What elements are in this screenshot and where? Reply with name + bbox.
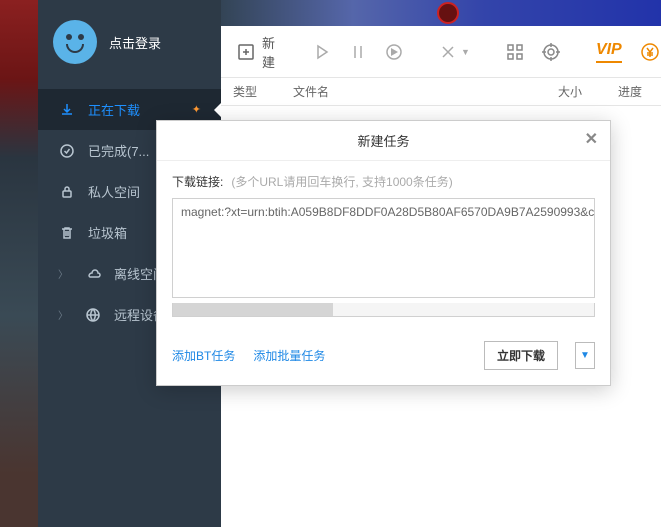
- dialog-title-text: 新建任务: [357, 134, 409, 149]
- header-type[interactable]: 类型: [221, 83, 281, 100]
- scrollbar-thumb[interactable]: [173, 303, 333, 316]
- url-label: 下载链接:: [172, 173, 223, 190]
- toolbar: 新建 ▼ VIP: [221, 26, 661, 78]
- new-task-button[interactable]: 新建: [236, 33, 277, 71]
- lock-icon: [58, 183, 76, 201]
- download-now-button[interactable]: 立即下载: [484, 341, 558, 370]
- login-text: 点击登录: [109, 33, 161, 52]
- new-task-dialog: 新建任务 ✕ 下载链接: (多个URL请用回车换行, 支持1000条任务) 添加…: [156, 120, 611, 386]
- grid-icon[interactable]: [506, 41, 524, 63]
- coin-icon[interactable]: [640, 41, 660, 63]
- header-progress[interactable]: 进度: [606, 83, 661, 100]
- header-filename[interactable]: 文件名: [281, 83, 546, 100]
- header-size[interactable]: 大小: [546, 83, 606, 100]
- fire-icon: ✦: [192, 103, 201, 116]
- url-textarea[interactable]: [172, 198, 595, 298]
- add-bt-link[interactable]: 添加BT任务: [172, 347, 235, 364]
- close-icon[interactable]: ✕: [585, 129, 598, 149]
- new-label: 新建: [262, 33, 277, 71]
- chevron-down-icon[interactable]: ▼: [461, 47, 470, 57]
- nav-label: 私人空间: [88, 182, 140, 201]
- add-batch-link[interactable]: 添加批量任务: [253, 347, 325, 364]
- topbar-background: [221, 0, 661, 26]
- check-circle-icon: [58, 142, 76, 160]
- pause-icon[interactable]: [349, 41, 367, 63]
- dialog-body: 下载链接: (多个URL请用回车换行, 支持1000条任务): [157, 161, 610, 329]
- dialog-title: 新建任务 ✕: [157, 121, 610, 161]
- nav-label: 正在下载: [88, 100, 140, 119]
- target-icon[interactable]: [542, 41, 560, 63]
- dialog-label-row: 下载链接: (多个URL请用回车换行, 支持1000条任务): [172, 173, 595, 190]
- chevron-right-icon: 〉: [58, 266, 68, 281]
- play-icon[interactable]: [313, 41, 331, 63]
- horizontal-scrollbar[interactable]: [172, 303, 595, 317]
- background-image: [0, 0, 38, 527]
- chevron-right-icon: 〉: [58, 307, 68, 322]
- user-login-area[interactable]: 点击登录: [38, 0, 221, 89]
- restart-icon[interactable]: [385, 41, 403, 63]
- dialog-footer: 添加BT任务 添加批量任务 立即下载 ▼: [157, 329, 610, 385]
- trash-icon: [58, 224, 76, 242]
- download-icon: [58, 101, 76, 119]
- download-dropdown-button[interactable]: ▼: [575, 342, 595, 369]
- url-hint: (多个URL请用回车换行, 支持1000条任务): [231, 173, 452, 190]
- nav-label: 垃圾箱: [88, 223, 127, 242]
- nav-label: 已完成(7...: [88, 141, 149, 160]
- delete-icon[interactable]: [439, 41, 457, 63]
- plus-icon: [236, 41, 256, 63]
- avatar: [53, 20, 97, 64]
- cloud-icon: [84, 265, 102, 283]
- globe-icon: [84, 306, 102, 324]
- close-decoration-icon: [437, 2, 459, 24]
- column-headers: 类型 文件名 大小 进度: [221, 78, 661, 106]
- vip-button[interactable]: VIP: [596, 41, 622, 63]
